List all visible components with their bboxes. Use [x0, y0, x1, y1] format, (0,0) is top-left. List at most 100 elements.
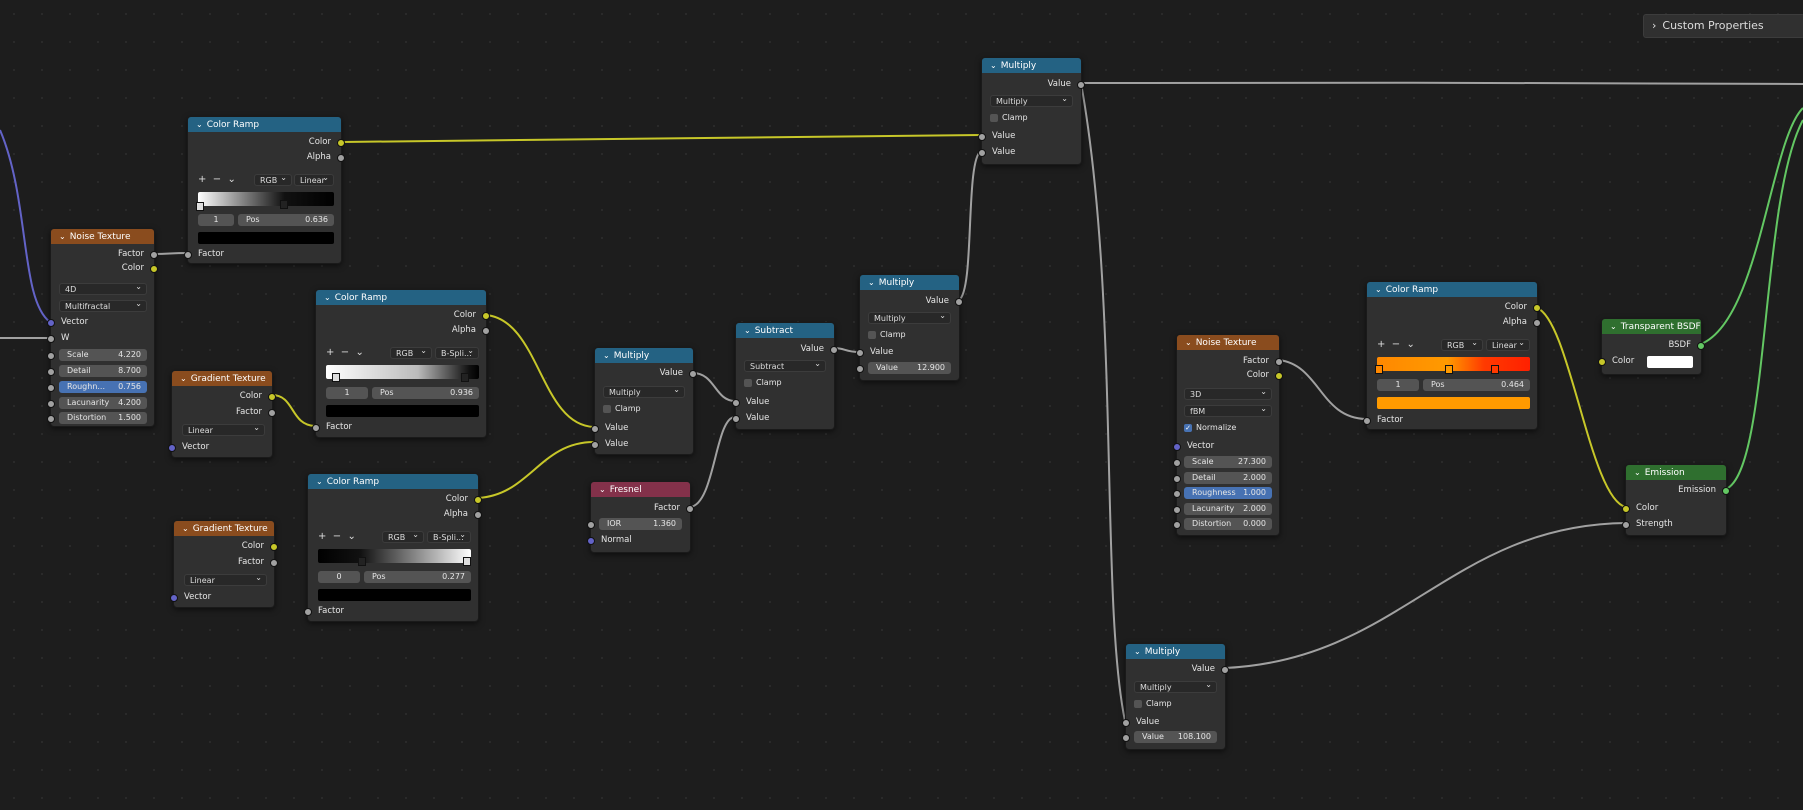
- chevron-down-icon[interactable]: ⌄: [324, 290, 331, 305]
- chevron-down-icon[interactable]: ⌄: [316, 474, 323, 489]
- clamp-checkbox[interactable]: Clamp: [1134, 699, 1172, 708]
- stop-color-swatch[interactable]: [198, 232, 334, 244]
- chevron-down-icon[interactable]: ⌄: [599, 482, 606, 497]
- socket-color-out[interactable]: [270, 543, 278, 551]
- node-header[interactable]: ⌄ Noise Texture: [1177, 335, 1279, 350]
- checkbox-box[interactable]: [603, 404, 611, 413]
- socket-value-in-2[interactable]: [732, 415, 740, 423]
- node-header[interactable]: ⌄ Multiply: [1126, 644, 1225, 659]
- ramp-stop[interactable]: [1375, 365, 1383, 374]
- stop-index-field[interactable]: 1: [1377, 379, 1419, 391]
- socket-factor-out[interactable]: [150, 251, 158, 259]
- operation-select[interactable]: Multiply: [1134, 679, 1217, 693]
- chevron-down-icon[interactable]: ⌄: [1375, 282, 1382, 297]
- socket-detail-in[interactable]: [1173, 475, 1181, 483]
- color-ramp-gradient[interactable]: [1377, 357, 1530, 371]
- chevron-down-icon[interactable]: ⌄: [1634, 465, 1641, 480]
- socket-alpha-out[interactable]: [337, 154, 345, 162]
- stop-position-field[interactable]: Pos 0.636: [238, 214, 334, 226]
- dimensions-select[interactable]: 3D: [1184, 386, 1272, 400]
- ramp-stop-active[interactable]: [358, 557, 366, 566]
- stop-color-swatch[interactable]: [326, 405, 479, 417]
- type-select[interactable]: Multifractal: [59, 298, 147, 312]
- color-ramp-node-3[interactable]: ⌄Color Ramp Color Alpha + − ⌄ RGB B-Spli…: [304, 473, 482, 622]
- math-multiply-node-2[interactable]: ⌄Multiply Value Multiply Clamp Value Val…: [856, 274, 963, 381]
- socket-factor-out[interactable]: [1275, 358, 1283, 366]
- socket-color-out[interactable]: [150, 265, 158, 273]
- add-stop-icon[interactable]: +: [326, 347, 334, 358]
- stop-position-field[interactable]: Pos 0.464: [1423, 379, 1530, 391]
- socket-value-in-1[interactable]: [591, 425, 599, 433]
- socket-color-out[interactable]: [337, 139, 345, 147]
- gradient-type-select[interactable]: Linear: [184, 572, 267, 586]
- node-header[interactable]: ⌄ Fresnel: [591, 482, 690, 497]
- type-select[interactable]: fBM: [1184, 403, 1272, 417]
- ramp-stop-active[interactable]: [280, 200, 288, 209]
- chevron-down-icon[interactable]: ⌄: [1610, 319, 1617, 334]
- gradient-texture-node-2[interactable]: ⌄Gradient Texture Color Factor Linear Ve…: [170, 520, 278, 608]
- socket-factor-in[interactable]: [304, 608, 312, 616]
- ramp-stop[interactable]: [1491, 365, 1499, 374]
- socket-vector-in[interactable]: [168, 444, 176, 452]
- operation-select[interactable]: Subtract: [744, 358, 826, 372]
- node-header[interactable]: ⌄ Color Ramp: [316, 290, 486, 305]
- normalize-checkbox[interactable]: ✓ Normalize: [1184, 423, 1236, 432]
- math-subtract-node[interactable]: ⌄Subtract Value Subtract Clamp Value Val…: [732, 322, 838, 430]
- socket-value-out[interactable]: [830, 346, 838, 354]
- dimensions-select[interactable]: 4D: [59, 281, 147, 295]
- stop-index-field[interactable]: 0: [318, 571, 360, 583]
- socket-factor-out[interactable]: [268, 409, 276, 417]
- node-header[interactable]: ⌄ Noise Texture: [51, 229, 154, 244]
- socket-value-in-2[interactable]: [978, 149, 986, 157]
- chevron-down-icon[interactable]: ⌄: [1134, 644, 1141, 659]
- socket-color-out[interactable]: [1275, 372, 1283, 380]
- socket-color-out[interactable]: [482, 312, 490, 320]
- socket-value-in-2[interactable]: [1122, 734, 1130, 742]
- ior-field[interactable]: IOR 1.360: [599, 518, 682, 530]
- socket-color-out[interactable]: [268, 393, 276, 401]
- socket-distortion-in[interactable]: [1173, 521, 1181, 529]
- clamp-checkbox[interactable]: Clamp: [868, 330, 906, 339]
- socket-color-out[interactable]: [1533, 304, 1541, 312]
- distortion-field[interactable]: Distortion 1.500: [59, 412, 147, 424]
- interpolation-select[interactable]: Linear: [294, 172, 334, 186]
- socket-value-in-1[interactable]: [732, 399, 740, 407]
- lacunarity-field[interactable]: Lacunarity 2.000: [1184, 503, 1272, 515]
- socket-color-in[interactable]: [1622, 505, 1630, 513]
- color-mode-select[interactable]: RGB: [254, 172, 292, 186]
- scale-field[interactable]: Scale 4.220: [59, 349, 147, 361]
- socket-alpha-out[interactable]: [1533, 319, 1541, 327]
- chevron-down-icon[interactable]: ⌄: [59, 229, 66, 244]
- add-stop-icon[interactable]: +: [1377, 339, 1385, 350]
- socket-lacunarity-in[interactable]: [1173, 506, 1181, 514]
- detail-field[interactable]: Detail 8.700: [59, 365, 147, 377]
- clamp-checkbox[interactable]: Clamp: [990, 113, 1028, 122]
- socket-value-out[interactable]: [689, 370, 697, 378]
- remove-stop-icon[interactable]: −: [213, 174, 221, 185]
- socket-alpha-out[interactable]: [474, 511, 482, 519]
- chevron-right-icon[interactable]: ›: [1652, 15, 1656, 37]
- interpolation-select[interactable]: B-Spli...: [435, 345, 479, 359]
- checkbox-box[interactable]: [1134, 699, 1142, 708]
- node-header[interactable]: ⌄ Multiply: [860, 275, 959, 290]
- custom-properties-panel[interactable]: › Custom Properties: [1643, 14, 1803, 38]
- stop-position-field[interactable]: Pos 0.277: [364, 571, 471, 583]
- socket-roughness-in[interactable]: [47, 384, 55, 392]
- socket-value-in-1[interactable]: [856, 349, 864, 357]
- color-mode-select[interactable]: RGB: [390, 345, 432, 359]
- chevron-down-icon[interactable]: ⌄: [228, 174, 236, 185]
- lacunarity-field[interactable]: Lacunarity 4.200: [59, 397, 147, 409]
- chevron-down-icon[interactable]: ⌄: [180, 371, 187, 386]
- color-swatch[interactable]: [1647, 356, 1693, 368]
- add-stop-icon[interactable]: +: [318, 531, 326, 542]
- checkbox-box[interactable]: [744, 378, 752, 387]
- socket-normal-in[interactable]: [587, 537, 595, 545]
- ramp-stop-active[interactable]: [332, 373, 340, 382]
- stop-color-swatch[interactable]: [318, 589, 471, 601]
- gradient-type-select[interactable]: Linear: [182, 422, 265, 436]
- clamp-checkbox[interactable]: Clamp: [744, 378, 782, 387]
- socket-strength-in[interactable]: [1622, 521, 1630, 529]
- remove-stop-icon[interactable]: −: [1392, 339, 1400, 350]
- socket-alpha-out[interactable]: [482, 327, 490, 335]
- gradient-texture-node-1[interactable]: ⌄Gradient Texture Color Factor Linear Ve…: [168, 370, 276, 458]
